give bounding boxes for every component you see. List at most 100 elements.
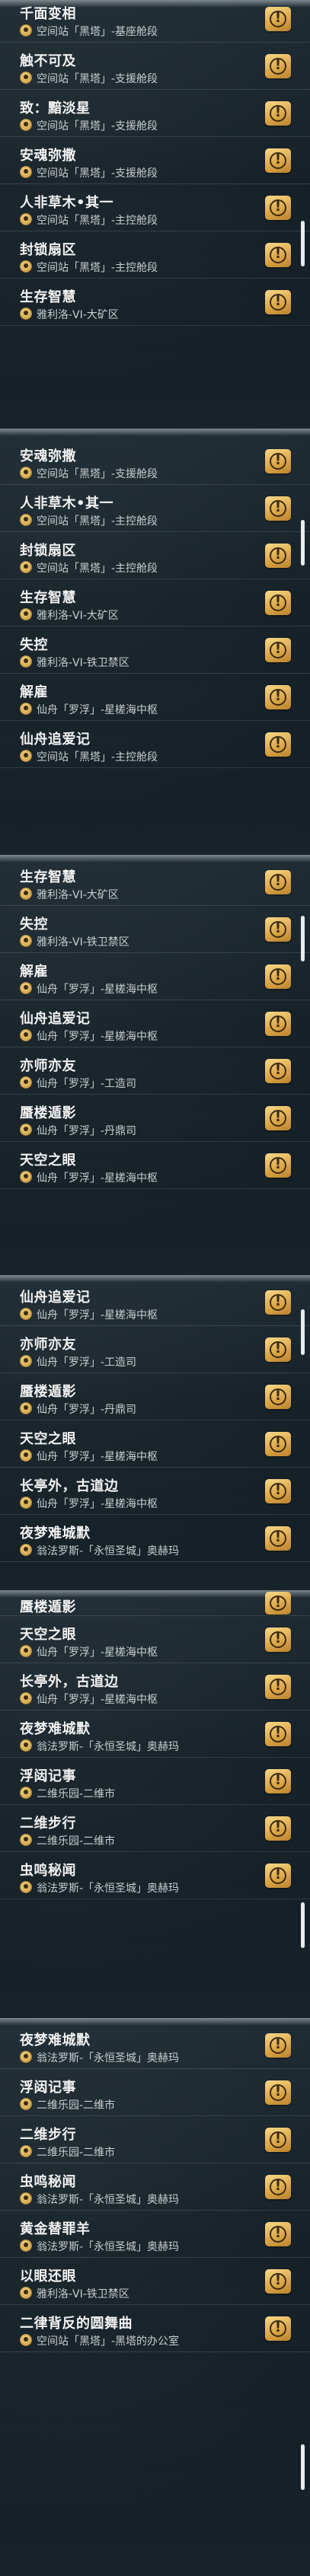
- quest-badge-icon[interactable]: [265, 1722, 291, 1746]
- quest-list-item[interactable]: 夜梦难城默 翁法罗斯-「永恒圣城」奥赫玛: [0, 1515, 310, 1562]
- scrollbar-thumb[interactable]: [301, 1309, 305, 1355]
- quest-badge-icon[interactable]: [265, 2128, 291, 2152]
- quest-badge-icon[interactable]: [265, 2175, 291, 2199]
- location-pin-icon: [20, 514, 32, 526]
- quest-list-item[interactable]: 失控 雅利洛-VI-铁卫禁区: [0, 626, 310, 674]
- quest-list-item[interactable]: 安魂弥撒 空间站「黑塔」-支援舱段: [0, 137, 310, 184]
- quest-badge-icon[interactable]: [265, 1592, 291, 1615]
- quest-badge-icon[interactable]: [265, 54, 291, 78]
- quest-badge-icon[interactable]: [265, 2269, 291, 2294]
- quest-badge-icon[interactable]: [265, 870, 291, 894]
- quest-list-item[interactable]: 天空之眼 仙舟「罗浮」-星槎海中枢: [0, 1420, 310, 1468]
- quest-badge-icon[interactable]: [265, 1012, 291, 1036]
- quest-list-item[interactable]: 亦师亦友 仙舟「罗浮」-工造司: [0, 1047, 310, 1095]
- quest-list-item[interactable]: 长亭外，古道边 仙舟「罗浮」-星槎海中枢: [0, 1663, 310, 1710]
- quest-list-item[interactable]: 封锁扇区 空间站「黑塔」-主控舱段: [0, 231, 310, 279]
- quest-badge-icon[interactable]: [265, 964, 291, 989]
- scrollbar-thumb[interactable]: [301, 2444, 305, 2490]
- quest-badge-icon[interactable]: [265, 101, 291, 126]
- quest-list-item[interactable]: 失控 雅利洛-VI-铁卫禁区: [0, 906, 310, 953]
- quest-list-item[interactable]: 夜梦难城默 翁法罗斯-「永恒圣城」奥赫玛: [0, 2022, 310, 2069]
- quest-list-item[interactable]: 生存智慧 雅利洛-VI-大矿区: [0, 579, 310, 626]
- quest-badge-icon[interactable]: [265, 196, 291, 220]
- quest-list-item[interactable]: 仙舟追爱记 仙舟「罗浮」-星槎海中枢: [0, 1000, 310, 1047]
- quest-badge-icon[interactable]: [265, 732, 291, 757]
- quest-badge-icon[interactable]: [265, 917, 291, 942]
- quest-list-item[interactable]: 天空之眼 仙舟「罗浮」-星槎海中枢: [0, 1616, 310, 1663]
- quest-list-item[interactable]: 浮闼记事 二维乐园-二维市: [0, 2069, 310, 2116]
- quest-badge-icon[interactable]: [265, 1863, 291, 1888]
- quest-title: 仙舟追爱记: [20, 1290, 91, 1306]
- quest-list-item[interactable]: 虫鸣秘闻 翁法罗斯-「永恒圣城」奥赫玛: [0, 1852, 310, 1899]
- quest-list-item[interactable]: 解雇 仙舟「罗浮」-星槎海中枢: [0, 674, 310, 721]
- quest-badge-icon[interactable]: [265, 1106, 291, 1130]
- quest-badge-icon[interactable]: [265, 7, 291, 31]
- location-pin-icon: [20, 703, 32, 715]
- scrollbar-thumb[interactable]: [301, 1902, 305, 1948]
- quest-list-item[interactable]: 人非草木•其一 空间站「黑塔」-主控舱段: [0, 485, 310, 532]
- quest-list-item[interactable]: 生存智慧 雅利洛-VI-大矿区: [0, 279, 310, 326]
- quest-badge-icon[interactable]: [265, 2316, 291, 2341]
- quest-location-text: 仙舟「罗浮」-丹鼎司: [37, 1125, 137, 1137]
- quest-badge-icon[interactable]: [265, 1769, 291, 1793]
- quest-badge-icon[interactable]: [265, 544, 291, 568]
- quest-badge-icon[interactable]: [265, 243, 291, 267]
- quest-badge-icon[interactable]: [265, 1337, 291, 1362]
- quest-badge-icon[interactable]: [265, 1479, 291, 1503]
- quest-badge-icon[interactable]: [265, 2080, 291, 2105]
- quest-badge-icon[interactable]: [265, 1675, 291, 1699]
- quest-badge-icon[interactable]: [265, 685, 291, 709]
- location-pin-icon: [20, 213, 32, 225]
- quest-location-text: 空间站「黑塔」-支援舱段: [37, 468, 158, 480]
- quest-list-item[interactable]: 封锁扇区 空间站「黑塔」-主控舱段: [0, 532, 310, 579]
- location-pin-icon: [20, 982, 32, 994]
- quest-title: 蜃楼遁影: [20, 1599, 76, 1615]
- quest-list-item[interactable]: 千面变相 空间站「黑塔」-基座舱段: [0, 0, 310, 43]
- scrollbar-thumb[interactable]: [301, 916, 305, 961]
- quest-list-item[interactable]: 蜃楼遁影 仙舟「罗浮」-丹鼎司: [0, 1095, 310, 1142]
- scrollbar-thumb[interactable]: [301, 520, 305, 566]
- quest-list-item[interactable]: 仙舟追爱记 仙舟「罗浮」-星槎海中枢: [0, 1279, 310, 1326]
- quest-list-item[interactable]: 浮闼记事 二维乐园-二维市: [0, 1758, 310, 1805]
- quest-list-item[interactable]: 仙舟追爱记 空间站「黑塔」-主控舱段: [0, 721, 310, 768]
- quest-badge-icon[interactable]: [265, 1290, 291, 1315]
- quest-list-item[interactable]: 长亭外，古道边 仙舟「罗浮」-星槎海中枢: [0, 1468, 310, 1515]
- quest-badge-icon[interactable]: [265, 1526, 291, 1551]
- quest-list-item[interactable]: 以眼还眼 雅利洛-VI-铁卫禁区: [0, 2258, 310, 2305]
- quest-title: 仙舟追爱记: [20, 1011, 91, 1027]
- quest-badge-icon[interactable]: [265, 591, 291, 615]
- quest-badge-icon[interactable]: [265, 1059, 291, 1083]
- quest-list-item[interactable]: 黄金替罪羊 翁法罗斯-「永恒圣城」奥赫玛: [0, 2211, 310, 2258]
- scrollbar-thumb[interactable]: [301, 221, 305, 266]
- quest-badge-icon[interactable]: [265, 148, 291, 173]
- quest-badge-icon[interactable]: [265, 1628, 291, 1652]
- quest-list-item[interactable]: 虫鸣秘闻 翁法罗斯-「永恒圣城」奥赫玛: [0, 2163, 310, 2211]
- quest-list-item[interactable]: 二维步行 二维乐园-二维市: [0, 2116, 310, 2163]
- quest-list-item[interactable]: 二维步行 二维乐园-二维市: [0, 1805, 310, 1852]
- quest-list-item[interactable]: 夜梦难城默 翁法罗斯-「永恒圣城」奥赫玛: [0, 1710, 310, 1758]
- quest-list-item[interactable]: 生存智慧 雅利洛-VI-大矿区: [0, 859, 310, 906]
- quest-badge-icon[interactable]: [265, 449, 291, 473]
- quest-list-item[interactable]: 亦师亦友 仙舟「罗浮」-工造司: [0, 1326, 310, 1373]
- quest-badge-icon[interactable]: [265, 1432, 291, 1456]
- quest-location-text: 空间站「黑塔」-主控舱段: [37, 751, 158, 764]
- quest-list-item[interactable]: 蜃楼遁影 仙舟「罗浮」-丹鼎司: [0, 1373, 310, 1420]
- location-pin-icon: [20, 166, 32, 178]
- quest-badge-icon[interactable]: [265, 638, 291, 662]
- quest-list-item[interactable]: 触不可及 空间站「黑塔」-支援舱段: [0, 43, 310, 90]
- quest-title: 人非草木•其一: [20, 496, 114, 512]
- quest-list-item[interactable]: 解雇 仙舟「罗浮」-星槎海中枢: [0, 953, 310, 1000]
- quest-badge-icon[interactable]: [265, 1385, 291, 1409]
- quest-badge-icon[interactable]: [265, 1816, 291, 1841]
- quest-badge-icon[interactable]: [265, 1153, 291, 1178]
- quest-list-item[interactable]: 天空之眼 仙舟「罗浮」-星槎海中枢: [0, 1142, 310, 1189]
- quest-badge-icon[interactable]: [265, 496, 291, 521]
- quest-list-item[interactable]: 安魂弥撒 空间站「黑塔」-支援舱段: [0, 438, 310, 485]
- quest-list-item[interactable]: 二律背反的圆舞曲 空间站「黑塔」-黑塔的办公室: [0, 2305, 310, 2352]
- quest-badge-icon[interactable]: [265, 2222, 291, 2246]
- quest-badge-icon[interactable]: [265, 2033, 291, 2058]
- quest-list-item[interactable]: 人非草木•其一 空间站「黑塔」-主控舱段: [0, 184, 310, 231]
- quest-badge-icon[interactable]: [265, 290, 291, 314]
- quest-list-item[interactable]: 致：黯淡星 空间站「黑塔」-支援舱段: [0, 90, 310, 137]
- quest-list-item[interactable]: 蜃楼遁影: [0, 1590, 310, 1616]
